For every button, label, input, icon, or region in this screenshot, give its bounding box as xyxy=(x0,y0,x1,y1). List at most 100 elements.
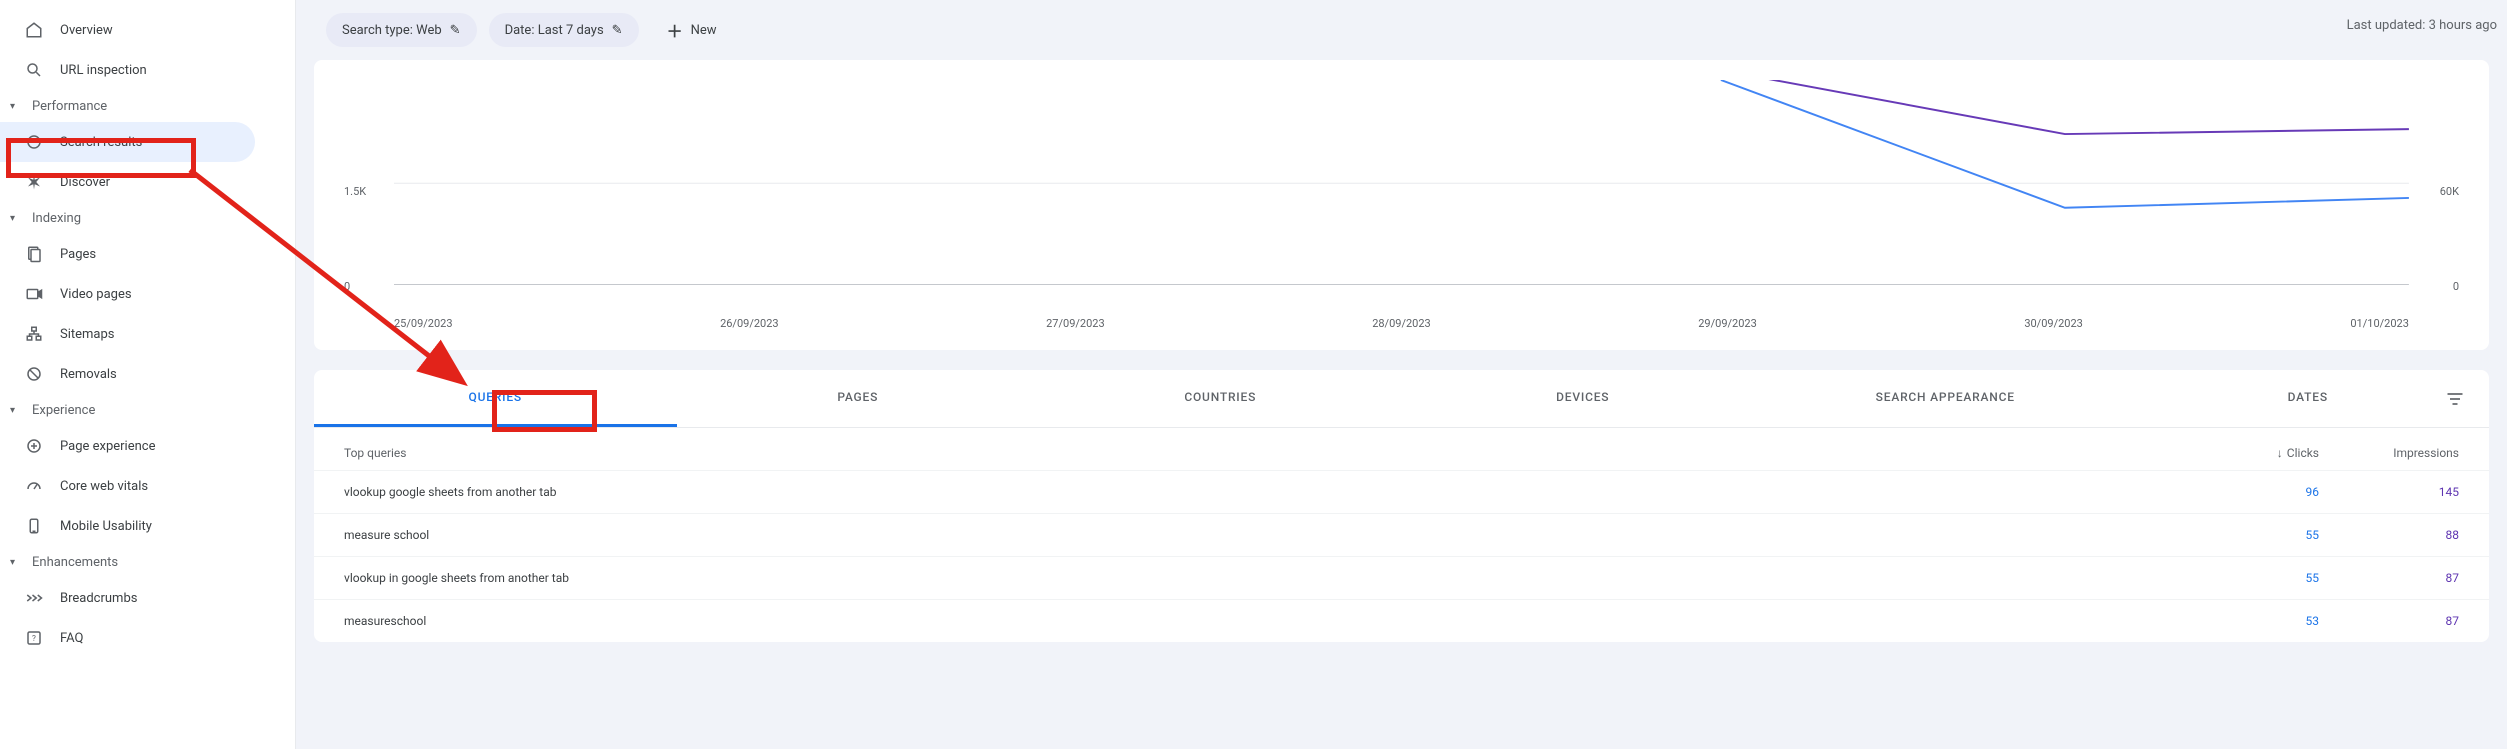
faq-icon: ? xyxy=(24,628,44,648)
add-filter-button[interactable]: ＋ New xyxy=(651,13,733,47)
mobile-icon xyxy=(24,516,44,536)
cell-query: vlookup in google sheets from another ta… xyxy=(344,571,2179,585)
y-right-tick-1: 0 xyxy=(2453,280,2459,293)
table-row[interactable]: measure school5588 xyxy=(314,513,2489,556)
tab-queries[interactable]: QUERIES xyxy=(314,370,677,427)
cell-impressions: 87 xyxy=(2319,614,2459,628)
sidebar-item-label: Overview xyxy=(60,23,113,38)
sidebar-item-label: Pages xyxy=(60,247,96,262)
table-row[interactable]: vlookup google sheets from another tab96… xyxy=(314,470,2489,513)
cell-query: measureschool xyxy=(344,614,2179,628)
cell-impressions: 87 xyxy=(2319,571,2459,585)
sidebar-item-core-web-vitals[interactable]: Core web vitals xyxy=(0,466,295,506)
main-content: Search type: Web ✎ Date: Last 7 days ✎ ＋… xyxy=(296,0,2507,749)
tab-search-appearance[interactable]: SEARCH APPEARANCE xyxy=(1764,370,2127,427)
tab-dates[interactable]: DATES xyxy=(2127,370,2490,427)
pencil-icon: ✎ xyxy=(450,23,461,38)
sidebar-section-label: Indexing xyxy=(32,211,81,226)
sidebar-item-overview[interactable]: Overview xyxy=(0,10,295,50)
filter-icon[interactable] xyxy=(2445,389,2465,409)
y-right-tick-0: 60K xyxy=(2440,185,2459,198)
x-tick-2: 27/09/2023 xyxy=(1046,317,1105,330)
sidebar-item-breadcrumbs[interactable]: Breadcrumbs xyxy=(0,578,295,618)
home-icon xyxy=(24,20,44,40)
chart-card: 1.5K 0 60K 0 25/09/2023 26/09/2023 27/09… xyxy=(314,60,2489,350)
sidebar-item-label: Removals xyxy=(60,367,117,382)
sidebar-item-discover[interactable]: Discover xyxy=(0,162,295,202)
sidebar: Overview URL inspection ▾ Performance Se… xyxy=(0,0,296,749)
filter-chip-date[interactable]: Date: Last 7 days ✎ xyxy=(489,13,639,47)
sitemap-icon xyxy=(24,324,44,344)
speed-icon xyxy=(24,476,44,496)
cell-impressions: 145 xyxy=(2319,485,2459,499)
sidebar-section-label: Experience xyxy=(32,403,95,418)
y-left-tick-0: 1.5K xyxy=(344,185,366,198)
sidebar-section-experience[interactable]: ▾ Experience xyxy=(0,394,295,426)
sidebar-item-page-experience[interactable]: Page experience xyxy=(0,426,295,466)
plus-circle-icon xyxy=(24,436,44,456)
column-header-query[interactable]: Top queries xyxy=(344,446,2179,460)
sidebar-section-enhancements[interactable]: ▾ Enhancements xyxy=(0,546,295,578)
table-row[interactable]: measureschool5387 xyxy=(314,599,2489,642)
search-icon xyxy=(24,60,44,80)
sidebar-item-search-results[interactable]: Search results xyxy=(0,122,255,162)
sidebar-item-url-inspection[interactable]: URL inspection xyxy=(0,50,295,90)
x-tick-5: 30/09/2023 xyxy=(2024,317,2083,330)
asterisk-icon xyxy=(24,172,44,192)
x-axis: 25/09/2023 26/09/2023 27/09/2023 28/09/2… xyxy=(394,317,2409,330)
cell-clicks: 96 xyxy=(2179,485,2319,499)
sidebar-item-video-pages[interactable]: Video pages xyxy=(0,274,295,314)
sidebar-item-removals[interactable]: Removals xyxy=(0,354,295,394)
block-icon xyxy=(24,364,44,384)
cell-clicks: 55 xyxy=(2179,571,2319,585)
sidebar-item-label: Page experience xyxy=(60,439,156,454)
x-tick-1: 26/09/2023 xyxy=(720,317,779,330)
sidebar-item-sitemaps[interactable]: Sitemaps xyxy=(0,314,295,354)
tabs-row: QUERIES PAGES COUNTRIES DEVICES SEARCH A… xyxy=(314,370,2489,428)
sort-arrow-down-icon: ↓ xyxy=(2277,446,2283,460)
sidebar-item-label: Core web vitals xyxy=(60,479,148,494)
sidebar-item-label: Search results xyxy=(60,135,142,150)
svg-text:?: ? xyxy=(32,634,36,644)
plus-icon: ＋ xyxy=(667,18,683,42)
sidebar-item-mobile-usability[interactable]: Mobile Usability xyxy=(0,506,295,546)
sidebar-item-label: Breadcrumbs xyxy=(60,591,137,606)
filter-bar: Search type: Web ✎ Date: Last 7 days ✎ ＋… xyxy=(296,0,2507,60)
sidebar-section-indexing[interactable]: ▾ Indexing xyxy=(0,202,295,234)
sidebar-section-label: Performance xyxy=(32,99,107,114)
column-header-impressions[interactable]: Impressions xyxy=(2319,446,2459,460)
sidebar-item-label: Mobile Usability xyxy=(60,519,152,534)
cell-query: vlookup google sheets from another tab xyxy=(344,485,2179,499)
tabs-card: QUERIES PAGES COUNTRIES DEVICES SEARCH A… xyxy=(314,370,2489,642)
breadcrumbs-icon xyxy=(24,588,44,608)
video-icon xyxy=(24,284,44,304)
sidebar-item-label: Video pages xyxy=(60,287,132,302)
x-tick-6: 01/10/2023 xyxy=(2350,317,2409,330)
tab-devices[interactable]: DEVICES xyxy=(1402,370,1765,427)
column-header-clicks[interactable]: ↓Clicks xyxy=(2179,446,2319,460)
chip-label: Date: Last 7 days xyxy=(505,23,604,38)
sidebar-item-pages[interactable]: Pages xyxy=(0,234,295,274)
cell-impressions: 88 xyxy=(2319,528,2459,542)
chart-area: 1.5K 0 60K 0 25/09/2023 26/09/2023 27/09… xyxy=(344,80,2459,330)
chip-label: Search type: Web xyxy=(342,23,442,38)
tab-pages[interactable]: PAGES xyxy=(677,370,1040,427)
sidebar-item-faq[interactable]: ? FAQ xyxy=(0,618,295,658)
sidebar-section-performance[interactable]: ▾ Performance xyxy=(0,90,295,122)
google-icon xyxy=(24,132,44,152)
sidebar-item-label: URL inspection xyxy=(60,63,147,78)
table-body: vlookup google sheets from another tab96… xyxy=(314,470,2489,642)
sidebar-section-label: Enhancements xyxy=(32,555,118,570)
last-updated-label: Last updated: 3 hours ago xyxy=(2347,18,2497,33)
tab-countries[interactable]: COUNTRIES xyxy=(1039,370,1402,427)
x-tick-4: 29/09/2023 xyxy=(1698,317,1757,330)
x-tick-0: 25/09/2023 xyxy=(394,317,453,330)
sidebar-item-label: Sitemaps xyxy=(60,327,115,342)
new-label: New xyxy=(691,23,717,38)
chart-svg xyxy=(394,80,2409,286)
y-left-tick-1: 0 xyxy=(344,280,350,293)
cell-clicks: 53 xyxy=(2179,614,2319,628)
filter-chip-search-type[interactable]: Search type: Web ✎ xyxy=(326,13,477,47)
table-row[interactable]: vlookup in google sheets from another ta… xyxy=(314,556,2489,599)
pencil-icon: ✎ xyxy=(612,23,623,38)
